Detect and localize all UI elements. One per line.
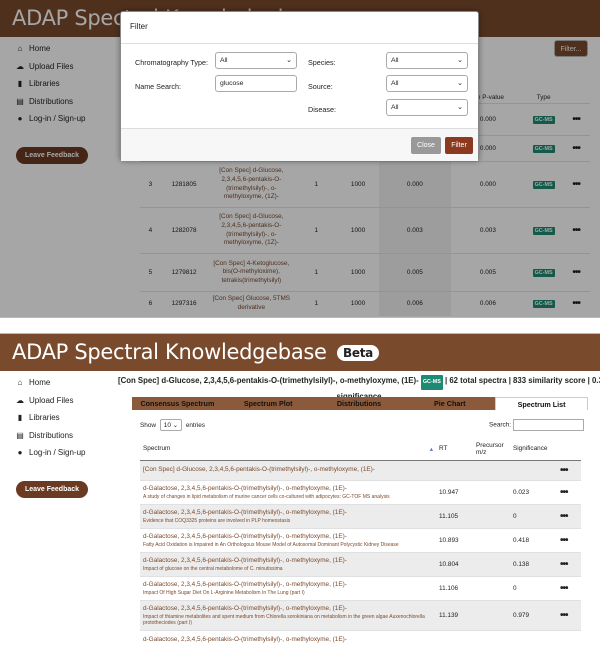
leave-feedback-button[interactable]: Leave Feedback: [16, 481, 88, 498]
filter-modal: Filter Chromatography Type: All ⌄ Species…: [120, 11, 479, 161]
chevron-down-icon: ⌄: [457, 104, 463, 111]
chevron-down-icon: ⌄: [457, 57, 463, 64]
entries-label: entries: [185, 422, 205, 429]
source-label: Source:: [308, 82, 333, 91]
species-value: All: [391, 57, 399, 64]
table-row[interactable]: d-Galactose, 2,3,4,5,6-pentakis-O-(trime…: [140, 503, 581, 528]
entries-value: 10: [163, 422, 171, 429]
more-options-icon[interactable]: •••: [560, 610, 568, 621]
sidebar-item-label: Distributions: [29, 430, 74, 440]
source-select[interactable]: All ⌄: [386, 75, 468, 92]
sidebar: ⌂ Home ☁ Upload Files ▮ Libraries ▤ Distribu…: [14, 374, 124, 462]
entries-select[interactable]: 10 ⌄: [159, 419, 183, 431]
more-options-icon[interactable]: •••: [560, 487, 568, 498]
name-search-input[interactable]: glucose: [215, 75, 297, 92]
search-input[interactable]: [513, 419, 585, 431]
more-options-icon[interactable]: •••: [560, 465, 568, 476]
chromatography-value: All: [220, 57, 228, 64]
show-entries: Show 10 ⌄ entries: [140, 419, 205, 431]
col-rt[interactable]: RT: [436, 438, 473, 461]
more-options-icon[interactable]: •••: [560, 559, 568, 570]
more-options-icon[interactable]: •••: [560, 583, 568, 594]
table-row[interactable]: d-Galactose, 2,3,4,5,6-pentakis-O-(trime…: [140, 629, 581, 650]
tab-consensus-spectrum[interactable]: Consensus Spectrum: [132, 397, 223, 410]
user-icon: ●: [17, 448, 23, 458]
col-spectrum[interactable]: Spectrum ▴: [140, 438, 436, 461]
col-precursor[interactable]: Precursor m/z: [473, 438, 510, 461]
tab-pie-chart[interactable]: Pie Chart: [404, 397, 495, 410]
app-title-text: ADAP Spectral Knowledgebase: [12, 340, 327, 364]
app-header: ADAP Spectral Knowledgebase Beta: [0, 334, 600, 371]
sidebar-item-label: Upload Files: [29, 395, 74, 405]
sidebar-item-label: Home: [29, 378, 51, 388]
table-row[interactable]: d-Galactose, 2,3,4,5,6-pentakis-O-(trime…: [140, 479, 581, 504]
table-row[interactable]: d-Galactose, 2,3,4,5,6-pentakis-O-(trime…: [140, 599, 581, 630]
beta-badge: Beta: [337, 345, 379, 361]
apply-filter-button[interactable]: Filter: [445, 137, 473, 154]
chromatography-label: Chromatography Type:: [135, 58, 208, 67]
tab-spectrum-list[interactable]: Spectrum List: [495, 397, 588, 410]
sidebar-item-login[interactable]: ● Log-in / Sign-up: [14, 444, 124, 462]
show-label: Show: [140, 422, 156, 429]
summary-name: [Con Spec] d-Glucose, 2,3,4,5,6-pentakis…: [118, 376, 421, 385]
spectrum-list-table: Spectrum ▴ RT Precursor m/z Significance …: [140, 438, 581, 650]
more-options-icon[interactable]: •••: [560, 511, 568, 522]
table-row[interactable]: d-Galactose, 2,3,4,5,6-pentakis-O-(trime…: [140, 551, 581, 576]
more-options-icon[interactable]: •••: [560, 535, 568, 546]
disease-select[interactable]: All ⌄: [386, 99, 468, 116]
close-button[interactable]: Close: [411, 137, 441, 154]
book-icon: ▤: [16, 430, 24, 440]
disease-label: Disease:: [308, 105, 336, 114]
sidebar-item-distributions[interactable]: ▤ Distributions: [14, 427, 124, 445]
sidebar-item-label: Libraries: [29, 413, 60, 423]
table-row[interactable]: d-Galactose, 2,3,4,5,6-pentakis-O-(trime…: [140, 575, 581, 600]
table-row[interactable]: d-Galactose, 2,3,4,5,6-pentakis-O-(trime…: [140, 527, 581, 552]
sidebar-item-label: Log-in / Sign-up: [29, 448, 86, 458]
filter-dialog-screen: ADAP Spectral Knowledgeba Beta ⌂Home ☁Up…: [0, 0, 600, 317]
chromatography-select[interactable]: All ⌄: [215, 52, 297, 69]
search-area: Search:: [489, 419, 585, 431]
name-search-label: Name Search:: [135, 82, 181, 91]
species-label: Species:: [308, 58, 336, 67]
sort-icon: ▴: [429, 445, 433, 453]
chevron-down-icon: ⌄: [457, 80, 463, 87]
species-select[interactable]: All ⌄: [386, 52, 468, 69]
sidebar-item-libraries[interactable]: ▮ Libraries: [14, 409, 124, 427]
screenshot-divider: [0, 317, 600, 334]
upload-icon: ☁: [16, 395, 24, 405]
bar-chart-icon: ▮: [17, 413, 23, 423]
sidebar-item-upload[interactable]: ☁ Upload Files: [14, 392, 124, 410]
disease-value: All: [391, 104, 399, 111]
spectrum-detail-screen: ADAP Spectral Knowledgebase Beta ⌂ Home ☁…: [0, 334, 600, 651]
tab-distributions[interactable]: Distributions: [314, 397, 405, 410]
home-icon: ⌂: [17, 378, 23, 388]
search-label: Search:: [489, 421, 512, 429]
tab-bar: Consensus Spectrum Spectrum Plot Distrib…: [132, 397, 588, 410]
chevron-down-icon: ⌄: [286, 57, 292, 64]
summary-stats: | 62 total spectra | 833 similarity scor…: [442, 376, 600, 385]
tab-spectrum-plot[interactable]: Spectrum Plot: [223, 397, 314, 410]
table-row[interactable]: [Con Spec] d-Glucose, 2,3,4,5,6-pentakis…: [140, 459, 581, 480]
app-title[interactable]: ADAP Spectral Knowledgebase Beta: [12, 340, 379, 364]
col-significance[interactable]: Significance: [510, 438, 557, 461]
modal-title: Filter: [121, 12, 478, 44]
sidebar-item-home[interactable]: ⌂ Home: [14, 374, 124, 392]
chevron-down-icon: ⌄: [172, 422, 179, 429]
gc-ms-badge: GC-MS: [420, 375, 443, 390]
source-value: All: [391, 80, 399, 87]
